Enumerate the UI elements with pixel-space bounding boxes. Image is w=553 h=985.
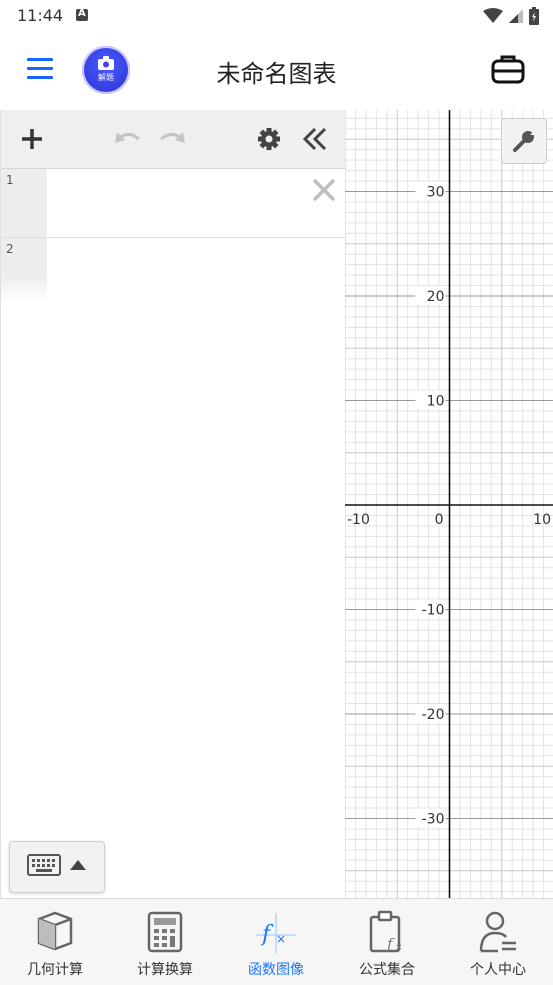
toolbox-button[interactable]: [491, 54, 525, 84]
status-bar: 11:44 A: [0, 0, 553, 32]
gear-icon: [258, 128, 280, 150]
svg-text:×: ×: [395, 943, 403, 953]
y-tick-label: 20: [427, 289, 445, 305]
expression-row: 1: [1, 169, 345, 238]
status-time: 11:44: [17, 6, 64, 25]
nav-item-geometry[interactable]: 几何计算: [0, 899, 110, 985]
redo-icon: [160, 132, 185, 143]
nav-item-profile[interactable]: 个人中心: [443, 899, 553, 985]
x-tick-label: -10: [347, 512, 370, 528]
plus-icon: [22, 129, 42, 149]
nav-item-formulas[interactable]: f × 公式集合: [332, 899, 442, 985]
status-icons: [483, 7, 539, 25]
function-graph-icon: f ×: [256, 913, 296, 953]
expression-input[interactable]: [47, 169, 345, 237]
nav-label: 个人中心: [470, 962, 526, 978]
graph-settings-button[interactable]: [501, 118, 547, 164]
nav-item-calculator[interactable]: 计算换算: [110, 899, 220, 985]
cube-icon: [37, 911, 73, 951]
nav-label: 公式集合: [359, 962, 415, 978]
expression-index: 2: [1, 238, 47, 302]
expression-input[interactable]: [47, 238, 345, 302]
toolbox-icon: [491, 55, 525, 84]
y-tick-label: -30: [422, 812, 445, 828]
user-icon: [479, 911, 516, 953]
expression-index: 1: [1, 169, 47, 237]
battery-icon: [529, 7, 539, 25]
y-tick-label: -20: [422, 707, 445, 723]
signal-icon: [509, 9, 523, 23]
y-tick-label: 10: [427, 394, 445, 410]
wrench-icon: [513, 129, 536, 152]
redo-button[interactable]: [157, 123, 189, 155]
formula-clipboard-icon: f ×: [369, 910, 403, 953]
y-tick-label: -10: [422, 603, 445, 619]
collapse-panel-button[interactable]: [299, 123, 331, 155]
undo-button[interactable]: [111, 123, 143, 155]
x-tick-label: 0: [435, 512, 444, 528]
y-tick-label: 30: [427, 185, 445, 201]
x-tick-label: 10: [533, 512, 551, 528]
nav-item-function-graph[interactable]: f × 函数图像: [221, 899, 331, 985]
undo-icon: [115, 132, 140, 143]
app-bar: 解题 未命名图表: [0, 32, 553, 110]
close-icon: [312, 178, 336, 202]
expression-panel: 1 2: [0, 110, 346, 898]
graph-canvas[interactable]: -10 0 10 30 20 10 -10 -20 -30: [345, 110, 553, 898]
delete-expression-button[interactable]: [311, 177, 337, 203]
wifi-icon: [483, 8, 503, 23]
svg-text:×: ×: [276, 932, 286, 946]
settings-button[interactable]: [253, 123, 285, 155]
double-chevron-left-icon: [302, 127, 327, 151]
expression-toolbar: [1, 110, 345, 169]
nav-label: 函数图像: [248, 962, 304, 978]
page-title: 未命名图表: [216, 60, 337, 88]
bottom-navigation: 几何计算 计算换算 f × 函数图像 f × 公式集合 个人中心: [0, 898, 553, 985]
nav-label: 几何计算: [27, 962, 83, 978]
calculator-icon: [147, 911, 183, 953]
nav-label: 计算换算: [137, 962, 193, 978]
expression-row: 2: [1, 238, 345, 302]
caret-up-icon: [70, 860, 86, 870]
keyboard-toggle-button[interactable]: [9, 841, 105, 893]
notification-icon: A: [76, 8, 88, 21]
graph-plot[interactable]: -10 0 10 30 20 10 -10 -20 -30: [345, 110, 553, 898]
keyboard-icon: [27, 854, 61, 876]
add-expression-button[interactable]: [16, 123, 48, 155]
